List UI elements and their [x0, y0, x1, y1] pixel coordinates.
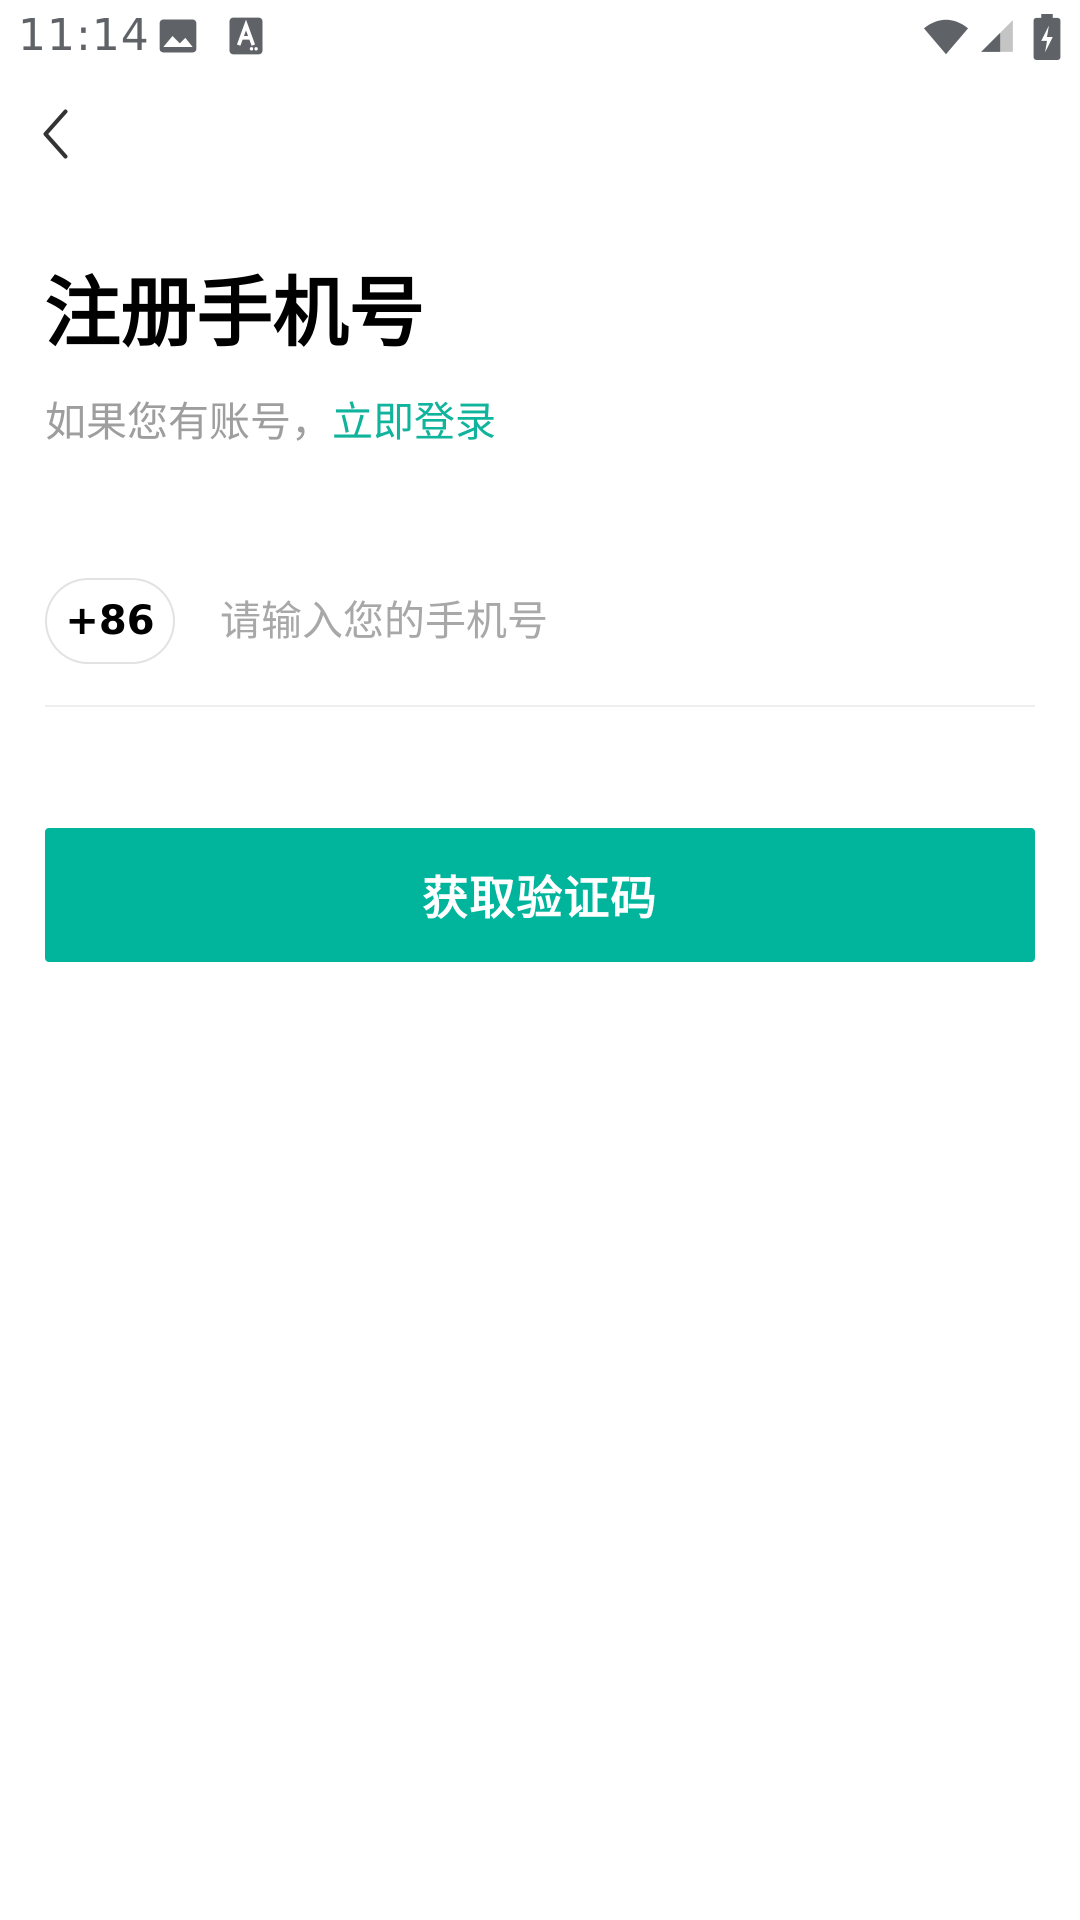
page-title: 注册手机号	[45, 268, 425, 357]
phone-input[interactable]	[220, 584, 1035, 658]
subtitle-text: 如果您有账号，	[45, 398, 332, 446]
signal-icon	[978, 14, 1016, 58]
chevron-left-icon	[43, 109, 68, 159]
wifi-icon	[922, 14, 970, 60]
get-verification-code-button[interactable]: 获取验证码	[45, 828, 1035, 962]
subtitle: 如果您有账号，立即登录	[45, 395, 496, 449]
status-time: 11:14	[18, 10, 150, 61]
image-icon	[156, 14, 200, 58]
country-code-selector[interactable]: +86	[45, 578, 175, 664]
login-link[interactable]: 立即登录	[332, 398, 496, 446]
register-phone-screen: 11:14 注册手机号 如果您有账号，立即登录 +86 获取验证码	[0, 0, 1080, 1920]
battery-charging-icon	[1030, 14, 1064, 60]
status-bar: 11:14	[0, 0, 1080, 72]
back-button[interactable]	[28, 104, 88, 164]
input-divider	[45, 705, 1035, 707]
text-a-icon	[224, 14, 268, 58]
